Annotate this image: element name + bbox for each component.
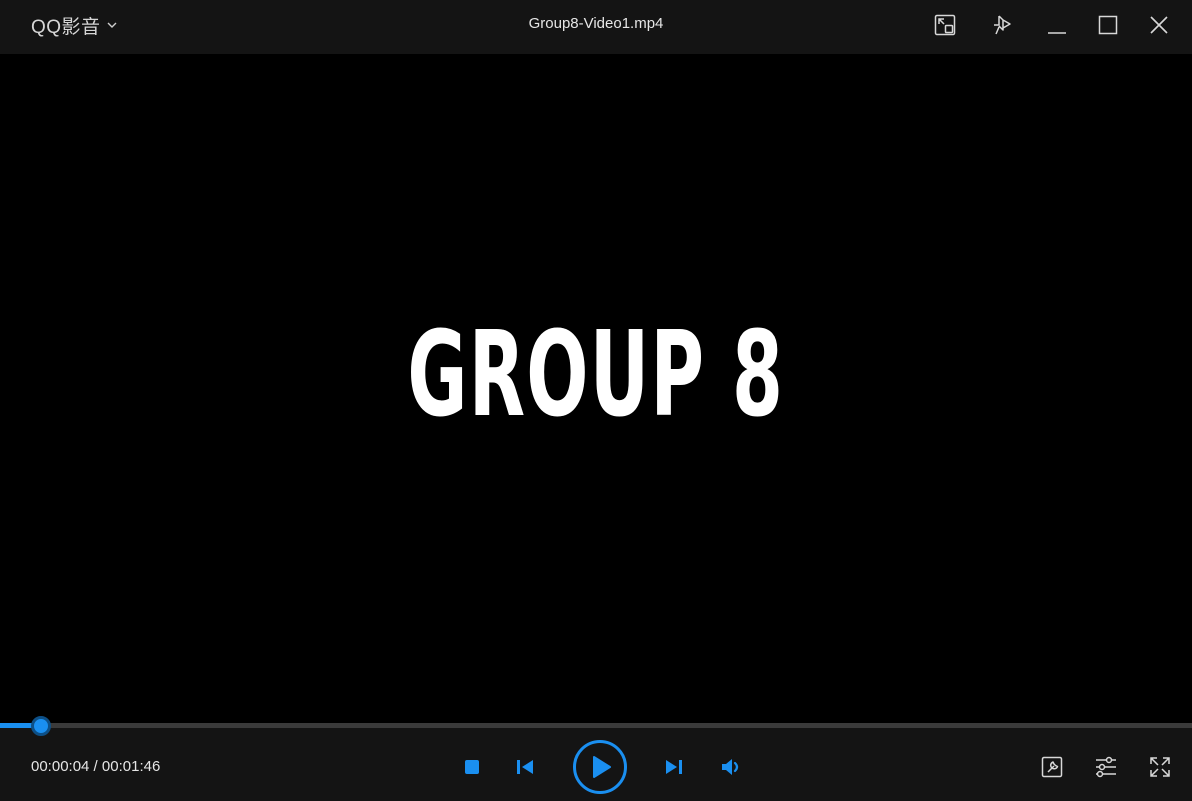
mini-mode-button[interactable] [927,8,963,42]
previous-icon [517,760,533,774]
settings-button[interactable] [1091,752,1121,782]
chevron-down-icon [107,22,117,28]
minimize-button[interactable] [1039,8,1075,42]
close-icon [1150,16,1168,34]
minimize-icon [1048,32,1066,34]
maximize-button[interactable] [1090,8,1126,42]
video-frame-text: GROUP 8 [407,304,785,443]
toolbox-icon [1041,756,1063,778]
stop-icon [465,760,479,774]
total-time: 00:01:46 [101,758,161,775]
title-bar: QQ影音 Group8-Video1.mp4 [0,0,1192,54]
seek-bar-thumb[interactable] [31,716,51,736]
maximize-icon [1098,15,1118,35]
video-canvas[interactable]: GROUP 8 [0,54,1192,723]
app-menu-button[interactable]: QQ影音 [31,12,117,38]
volume-icon [722,759,739,775]
play-button[interactable] [572,739,628,795]
time-display: 00:00:04 / 00:01:46 [31,758,160,775]
close-button[interactable] [1141,8,1177,42]
fullscreen-icon [1150,757,1170,777]
pin-on-top-icon [994,15,1011,35]
window-title: Group8-Video1.mp4 [528,15,664,32]
current-time: 00:00:04 [31,758,90,775]
app-name: QQ影音 [31,16,101,38]
control-bar: 00:00:04 / 00:01:46 [0,716,1192,801]
fullscreen-button[interactable] [1145,752,1175,782]
toolbox-button[interactable] [1037,752,1067,782]
previous-button[interactable] [511,753,539,781]
next-button[interactable] [660,753,688,781]
stop-button[interactable] [458,753,486,781]
volume-button[interactable] [717,753,747,781]
next-icon [666,760,682,774]
pin-on-top-button[interactable] [984,8,1020,42]
play-icon [573,740,627,794]
seek-bar[interactable] [0,716,1192,736]
mini-mode-icon [934,14,956,36]
settings-sliders-icon [1096,756,1116,778]
time-separator: / [89,758,102,775]
